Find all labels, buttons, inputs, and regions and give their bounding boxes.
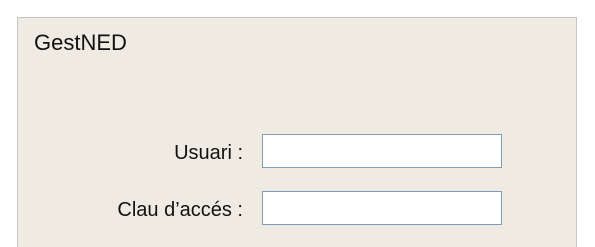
password-input[interactable] [262, 191, 502, 225]
username-input[interactable] [262, 134, 502, 168]
password-label: Clau d’accés : [117, 199, 243, 221]
app-title: GestNED [34, 30, 127, 55]
username-label: Usuari : [174, 142, 243, 164]
login-panel: GestNED Usuari : Clau d’accés : [17, 17, 577, 247]
